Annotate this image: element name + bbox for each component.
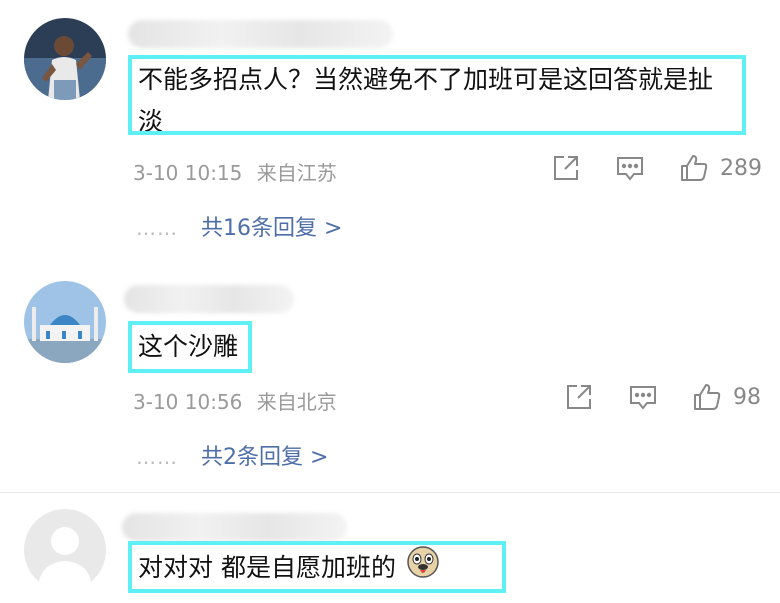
comment-location: 来自北京 [256,390,337,414]
comment-item: 不能多招点人？当然避免不了加班可是这回答就是扯淡 3-10 10:15 来自江苏… [0,0,780,260]
comment-icon[interactable] [614,152,646,184]
comment-time: 3-10 10:56 [133,390,243,414]
thumbs-up-icon[interactable] [678,152,710,184]
comment-meta: 3-10 10:15 来自江苏 [133,157,337,186]
comment-item: 这个沙雕 3-10 10:56 来自北京 98 …… 共2条回复 > [0,265,780,490]
username-redacted [128,20,393,48]
avatar[interactable] [24,509,106,591]
comment-meta: 3-10 10:56 来自北京 [133,386,337,415]
comment-text: 不能多招点人？当然避免不了加班可是这回答就是扯淡 [128,55,746,135]
comment-text: 对对对 都是自愿加班的 [128,541,506,593]
comment-icon[interactable] [627,381,659,413]
comment-time: 3-10 10:15 [133,161,243,185]
like-count: 98 [733,384,761,410]
comment-text: 这个沙雕 [128,321,252,373]
doge-emoji-icon [406,545,440,589]
view-replies-link[interactable]: …… 共16条回复 > [136,210,342,242]
thumbs-up-icon[interactable] [691,381,723,413]
username-redacted [124,285,294,313]
share-icon[interactable] [550,152,582,184]
reply-dots: …… [136,445,178,469]
comment-location: 来自江苏 [256,161,337,185]
view-replies-link[interactable]: …… 共2条回复 > [136,439,328,471]
comment-item: 对对对 都是自愿加班的 [0,493,780,603]
avatar[interactable] [24,281,106,363]
reply-count: 共2条回复 > [201,445,329,470]
username-redacted [122,513,347,541]
share-icon[interactable] [563,381,595,413]
avatar[interactable] [24,18,106,100]
reply-count: 共16条回复 > [201,216,343,241]
like-count: 289 [720,155,762,181]
comment-actions: 98 [563,381,761,413]
reply-dots: …… [136,216,178,240]
comment-actions: 289 [550,152,762,184]
